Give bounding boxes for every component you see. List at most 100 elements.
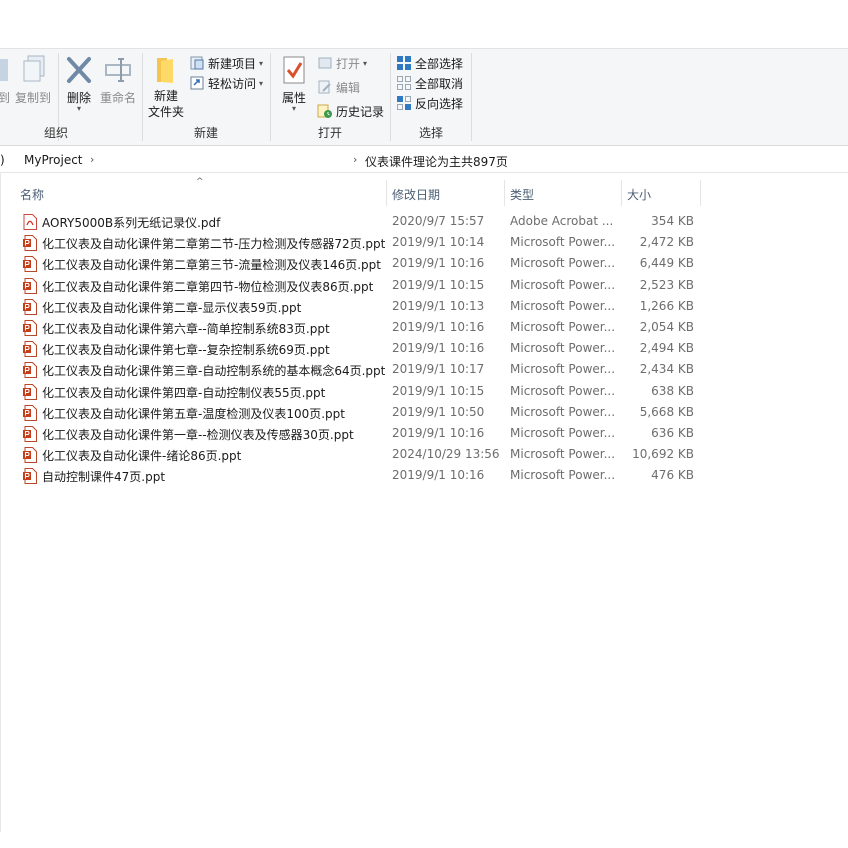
open-button[interactable]: 打开 ▾ xyxy=(317,53,367,73)
new-item-button[interactable]: 新建项目 ▾ xyxy=(189,53,263,73)
file-type: Microsoft Power... xyxy=(510,277,616,292)
easy-access-button[interactable]: 轻松访问 ▾ xyxy=(189,73,263,93)
file-type: Adobe Acrobat ... xyxy=(510,214,614,228)
address-bar[interactable]: ) MyProject › › 仪表课件理论为主共897页 xyxy=(0,150,848,173)
column-header-name[interactable]: 名称 xyxy=(20,186,44,203)
ppt-file-icon xyxy=(23,404,37,421)
file-type: Microsoft Power... xyxy=(510,235,616,250)
column-resize-handle[interactable] xyxy=(386,180,387,206)
file-name: 化工仪表及自动化课件第一章--检测仪表及传感器30页.ppt xyxy=(42,427,354,442)
breadcrumb-current-folder[interactable]: 仪表课件理论为主共897页 xyxy=(365,153,508,170)
group-open: 属性 ▾ 打开 ▾ 编辑 历史记录 打开 xyxy=(271,49,389,145)
select-none-icon xyxy=(397,76,411,90)
group-new: 新建 文件夹 新建项目 ▾ 轻松访问 ▾ 新建 xyxy=(143,49,269,145)
chevron-down-icon: ▾ xyxy=(363,58,368,68)
file-date: 2019/9/1 10:16 xyxy=(392,468,485,483)
file-row[interactable]: AORY5000B系列无纸记录仪.pdf 2020/9/7 15:57 Adob… xyxy=(0,212,848,233)
file-row[interactable]: 化工仪表及自动化课件第六章--简单控制系统83页.ppt 2019/9/1 10… xyxy=(0,318,848,339)
column-header-size[interactable]: 大小 xyxy=(627,186,651,203)
delete-x-icon xyxy=(67,57,91,83)
file-row[interactable]: 化工仪表及自动化课件第七章--复杂控制系统69页.ppt 2019/9/1 10… xyxy=(0,339,848,360)
file-name: 化工仪表及自动化课件-绪论86页.ppt xyxy=(42,449,242,464)
file-row[interactable]: 化工仪表及自动化课件第二章第二节-压力检测及传感器72页.ppt 2019/9/… xyxy=(0,233,848,254)
file-size: 10,692 KB xyxy=(632,447,694,462)
file-row[interactable]: 化工仪表及自动化课件第二章-显示仪表59页.ppt 2019/9/1 10:13… xyxy=(0,297,848,318)
new-folder-button[interactable]: 新建 文件夹 xyxy=(147,55,185,120)
file-name: 化工仪表及自动化课件第五章-温度检测及仪表100页.ppt xyxy=(42,406,345,421)
file-type: Microsoft Power... xyxy=(510,447,616,462)
ppt-file-icon xyxy=(23,256,37,273)
file-row[interactable]: 化工仪表及自动化课件第一章--检测仪表及传感器30页.ppt 2019/9/1 … xyxy=(0,424,848,445)
column-header-type[interactable]: 类型 xyxy=(510,186,534,203)
file-date: 2019/9/1 10:16 xyxy=(392,319,485,334)
file-name: 化工仪表及自动化课件第六章--简单控制系统83页.ppt xyxy=(42,321,330,336)
file-size: 476 KB xyxy=(651,468,694,483)
select-all-button[interactable]: 全部选择 xyxy=(396,53,463,73)
column-resize-handle[interactable] xyxy=(700,180,701,206)
breadcrumb-partial[interactable]: ) xyxy=(0,153,5,167)
move-to-button[interactable]: 到 xyxy=(0,55,14,106)
file-row[interactable]: 化工仪表及自动化课件第四章-自动控制仪表55页.ppt 2019/9/1 10:… xyxy=(0,382,848,403)
file-date: 2024/10/29 13:56 xyxy=(392,447,500,462)
copy-to-button[interactable]: 复制到 xyxy=(13,55,53,106)
file-type: Microsoft Power... xyxy=(510,404,616,419)
file-type: Microsoft Power... xyxy=(510,425,616,440)
ppt-file-icon xyxy=(23,341,37,358)
edit-button[interactable]: 编辑 xyxy=(317,77,360,97)
column-header: ^ 名称 修改日期 类型 大小 xyxy=(0,177,848,206)
file-date: 2019/9/1 10:13 xyxy=(392,298,485,313)
rename-button[interactable]: 重命名 xyxy=(98,55,138,106)
file-type: Microsoft Power... xyxy=(510,468,616,483)
file-size: 5,668 KB xyxy=(639,404,694,419)
history-icon xyxy=(317,104,332,118)
file-size: 638 KB xyxy=(651,383,694,398)
ppt-file-icon xyxy=(23,277,37,294)
history-button[interactable]: 历史记录 xyxy=(317,101,384,121)
file-name: 化工仪表及自动化课件第三章-自动控制系统的基本概念64页.ppt xyxy=(42,364,386,379)
file-size: 2,054 KB xyxy=(639,319,694,334)
group-label-organize: 组织 xyxy=(43,126,68,140)
file-row[interactable]: 化工仪表及自动化课件第二章第四节-物位检测及仪表86页.ppt 2019/9/1… xyxy=(0,276,848,297)
file-date: 2019/9/1 10:50 xyxy=(392,404,485,419)
edit-icon xyxy=(318,80,331,94)
ppt-file-icon xyxy=(23,468,37,485)
file-type: Microsoft Power... xyxy=(510,341,616,356)
properties-button[interactable]: 属性 ▾ xyxy=(277,55,311,113)
file-type: Microsoft Power... xyxy=(510,298,616,313)
file-size: 2,472 KB xyxy=(639,235,694,250)
file-date: 2019/9/1 10:15 xyxy=(392,383,485,398)
column-resize-handle[interactable] xyxy=(504,180,505,206)
file-name: AORY5000B系列无纸记录仪.pdf xyxy=(42,216,221,230)
file-date: 2019/9/1 10:16 xyxy=(392,341,485,356)
chevron-right-icon[interactable]: › xyxy=(90,153,94,166)
column-resize-handle[interactable] xyxy=(621,180,622,206)
file-size: 2,523 KB xyxy=(639,277,694,292)
file-name: 化工仪表及自动化课件第四章-自动控制仪表55页.ppt xyxy=(42,385,326,400)
invert-selection-button[interactable]: 反向选择 xyxy=(396,93,463,113)
select-none-button[interactable]: 全部取消 xyxy=(396,73,463,93)
column-header-date[interactable]: 修改日期 xyxy=(392,186,440,203)
ppt-file-icon xyxy=(23,235,37,252)
file-row[interactable]: 化工仪表及自动化课件第二章第三节-流量检测及仪表146页.ppt 2019/9/… xyxy=(0,254,848,275)
ribbon: 到 复制到 删除 ▾ 重命名 组织 新建 文件夹 新建项目 ▾ 轻松访问 ▾ 新… xyxy=(0,48,848,146)
file-type: Microsoft Power... xyxy=(510,256,616,271)
properties-checkmark-icon xyxy=(283,56,305,84)
file-date: 2019/9/1 10:15 xyxy=(392,277,485,292)
file-name: 自动控制课件47页.ppt xyxy=(42,470,166,485)
file-size: 6,449 KB xyxy=(639,256,694,271)
ppt-file-icon xyxy=(23,447,37,464)
group-organize: 到 复制到 删除 ▾ 重命名 组织 xyxy=(0,49,142,145)
chevron-down-icon: ▾ xyxy=(259,58,264,68)
file-size: 2,494 KB xyxy=(639,341,694,356)
delete-button[interactable]: 删除 ▾ xyxy=(63,55,95,113)
file-date: 2020/9/7 15:57 xyxy=(392,214,485,228)
file-row[interactable]: 化工仪表及自动化课件第三章-自动控制系统的基本概念64页.ppt 2019/9/… xyxy=(0,360,848,381)
file-name: 化工仪表及自动化课件第二章第二节-压力检测及传感器72页.ppt xyxy=(42,237,386,252)
chevron-right-icon[interactable]: › xyxy=(353,153,357,166)
file-row[interactable]: 化工仪表及自动化课件第五章-温度检测及仪表100页.ppt 2019/9/1 1… xyxy=(0,403,848,424)
file-row[interactable]: 自动控制课件47页.ppt 2019/9/1 10:16 Microsoft P… xyxy=(0,466,848,487)
group-label-open: 打开 xyxy=(317,126,342,140)
breadcrumb-myproject[interactable]: MyProject xyxy=(24,153,83,167)
file-date: 2019/9/1 10:14 xyxy=(392,235,485,250)
file-row[interactable]: 化工仪表及自动化课件-绪论86页.ppt 2024/10/29 13:56 Mi… xyxy=(0,445,848,466)
